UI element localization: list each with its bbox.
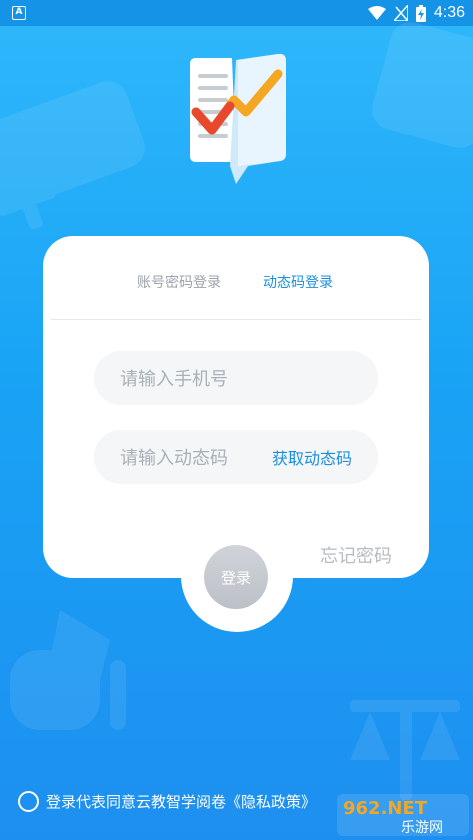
- agreement-text[interactable]: 登录代表同意云教智学阅卷《隐私政策》: [46, 791, 316, 812]
- watermark-logo: 962.NET 乐游网: [337, 794, 469, 836]
- no-signal-icon: [393, 5, 408, 21]
- battery-charging-icon: [415, 4, 426, 22]
- get-code-button[interactable]: 获取动态码: [272, 445, 352, 469]
- tab-password-login[interactable]: 账号密码登录: [137, 272, 221, 292]
- status-bar: A 4:36: [0, 0, 473, 26]
- status-left: A: [12, 6, 26, 20]
- code-placeholder: 请输入动态码: [120, 448, 228, 469]
- login-tabs: 账号密码登录 动态码登录: [43, 272, 429, 294]
- tab-code-login[interactable]: 动态码登录: [263, 272, 333, 292]
- status-right: 4:36: [367, 4, 465, 22]
- tabs-divider: [51, 319, 421, 320]
- login-button-label: 登录: [220, 568, 251, 587]
- wifi-icon: [367, 6, 386, 20]
- status-time: 4:36: [433, 4, 465, 21]
- login-card: 账号密码登录 动态码登录 请输入手机号 请输入动态码 获取动态码 忘记密码 登录: [43, 236, 429, 636]
- watermark-sub: 乐游网: [401, 820, 443, 836]
- app-logo: [190, 53, 286, 185]
- agreement-radio[interactable]: [18, 790, 39, 812]
- login-button[interactable]: 登录: [204, 545, 268, 609]
- forgot-password-link[interactable]: 忘记密码: [320, 542, 392, 568]
- app-notification-icon: A: [12, 6, 26, 20]
- watermark-brand: 962.NET: [343, 798, 428, 819]
- phone-placeholder: 请输入手机号: [120, 369, 228, 390]
- phone-input[interactable]: 请输入手机号: [94, 351, 378, 405]
- code-input[interactable]: 请输入动态码 获取动态码: [94, 430, 378, 484]
